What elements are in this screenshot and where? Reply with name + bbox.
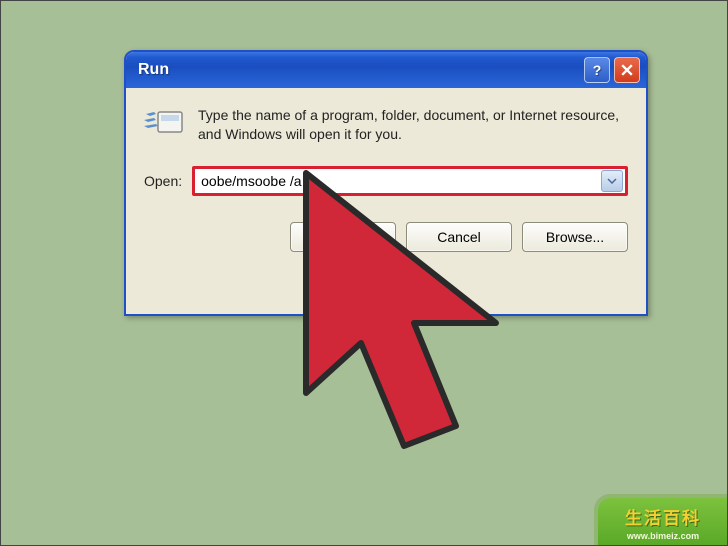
run-program-icon <box>144 108 184 142</box>
chevron-down-icon <box>607 178 617 184</box>
help-icon: ? <box>593 62 602 78</box>
dropdown-arrow-button[interactable] <box>601 170 623 192</box>
cancel-button[interactable]: Cancel <box>406 222 512 252</box>
watermark: 生活百科 www.bimeiz.com <box>598 498 728 546</box>
open-input[interactable] <box>195 170 601 192</box>
help-button[interactable]: ? <box>584 57 610 83</box>
watermark-url: www.bimeiz.com <box>627 531 699 541</box>
title-bar: Run ? <box>126 52 646 88</box>
browse-button[interactable]: Browse... <box>522 222 628 252</box>
open-combobox[interactable] <box>192 166 628 196</box>
info-text: Type the name of a program, folder, docu… <box>198 106 628 144</box>
close-button[interactable] <box>614 57 640 83</box>
run-dialog: Run ? Type the name of a program, folder… <box>124 50 648 316</box>
ok-button[interactable]: OK <box>290 222 396 252</box>
open-label: Open: <box>144 173 182 189</box>
window-title: Run <box>138 61 584 79</box>
close-icon <box>621 64 633 76</box>
watermark-title: 生活百科 <box>625 504 701 529</box>
